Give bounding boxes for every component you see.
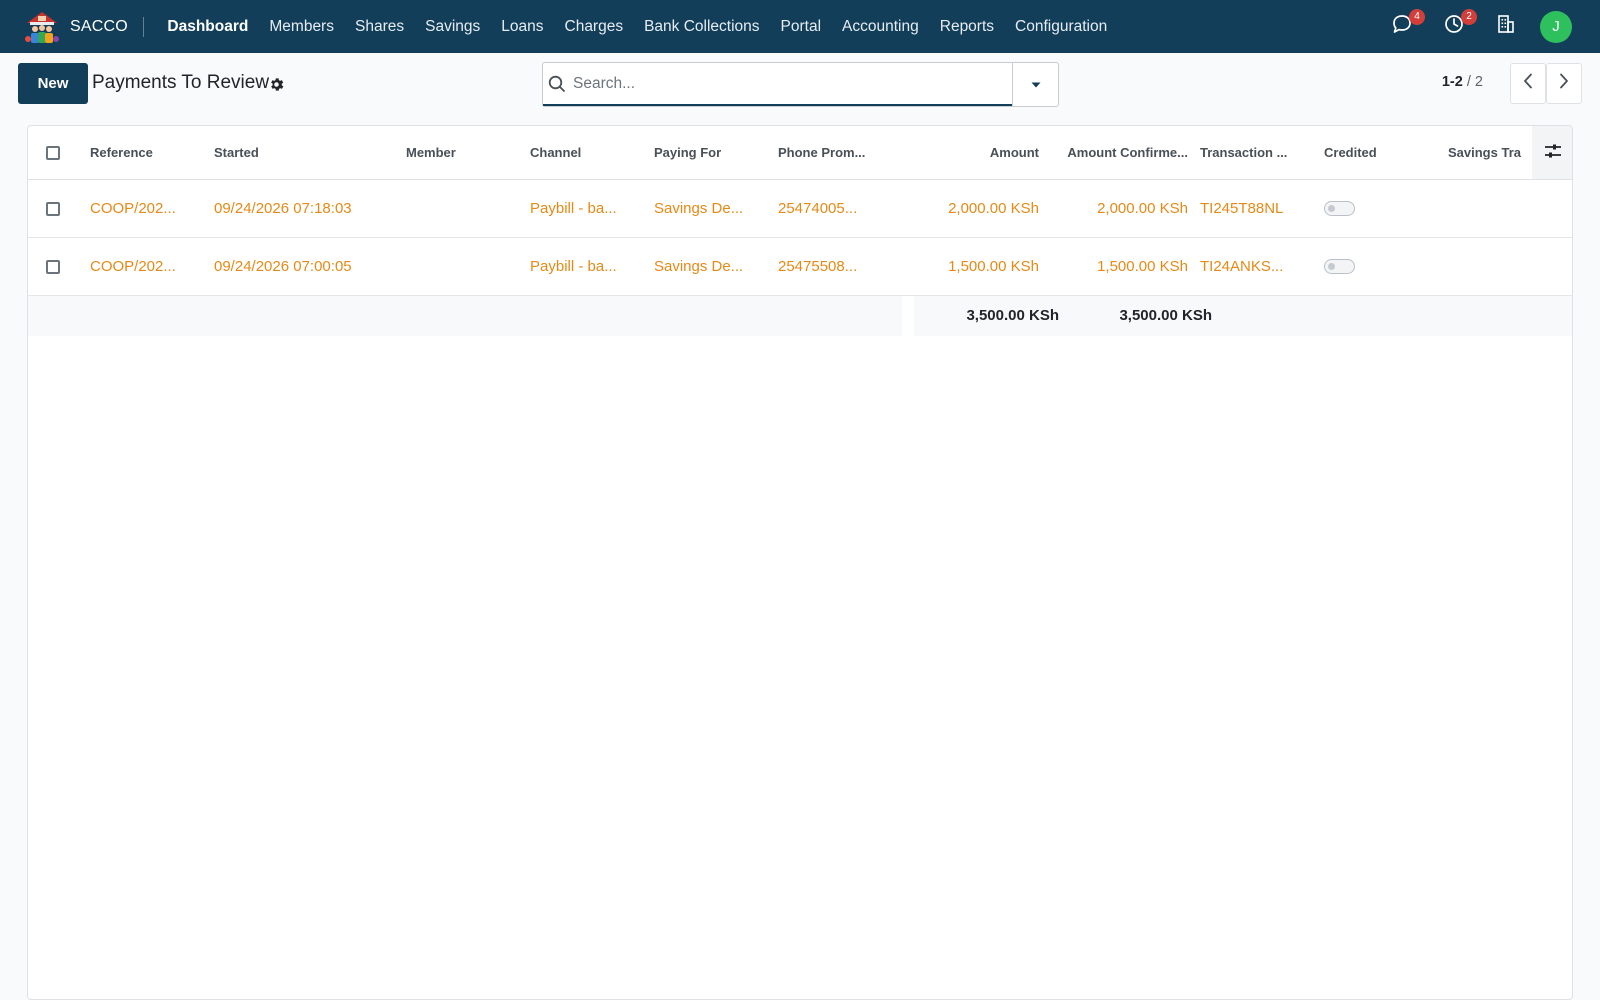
- list-view: Reference Started Member Channel Paying …: [27, 125, 1573, 1000]
- menu-bank-collections[interactable]: Bank Collections: [634, 18, 770, 36]
- pager-range: 1-2: [1441, 74, 1463, 90]
- optional-columns-toggle[interactable]: [1532, 126, 1572, 180]
- cell-amount-confirmed[interactable]: 1,500.00 KSh: [1047, 237, 1200, 296]
- cell-started[interactable]: 09/24/2026 07:00:05: [214, 237, 406, 296]
- table-row[interactable]: COOP/202... 09/24/2026 07:00:05 Paybill …: [28, 237, 1572, 296]
- cell-credited: [1324, 179, 1448, 238]
- total-amount-confirmed: 3,500.00 KSh: [1059, 295, 1212, 336]
- col-credited[interactable]: Credited: [1324, 126, 1448, 180]
- totals-row: 3,500.00 KSh 3,500.00 KSh: [28, 295, 1572, 336]
- menu-portal[interactable]: Portal: [770, 18, 832, 36]
- row-checkbox[interactable]: [46, 201, 60, 216]
- select-all-cell: [28, 126, 90, 180]
- cell-transaction[interactable]: TI24ANKS...: [1200, 237, 1324, 296]
- main-menu: Dashboard Members Shares Savings Loans C…: [157, 0, 1118, 53]
- cell-channel[interactable]: Paybill - ba...: [530, 237, 654, 296]
- col-member[interactable]: Member: [406, 126, 530, 180]
- app-logo-icon: [24, 9, 60, 45]
- cell-savings[interactable]: [1448, 237, 1532, 296]
- brand-name: SACCO: [70, 17, 128, 35]
- top-navbar: SACCO Dashboard Members Shares Savings L…: [0, 0, 1600, 53]
- menu-reports[interactable]: Reports: [929, 18, 1004, 36]
- credited-toggle[interactable]: [1324, 259, 1355, 275]
- menu-accounting[interactable]: Accounting: [832, 18, 930, 36]
- cell-phone[interactable]: 25475508...: [778, 237, 902, 296]
- cell-paying-for[interactable]: Savings De...: [654, 179, 778, 238]
- menu-members[interactable]: Members: [259, 18, 345, 36]
- cell-amount[interactable]: 2,000.00 KSh: [902, 179, 1047, 238]
- select-all-checkbox[interactable]: [46, 146, 60, 161]
- table-header-row: Reference Started Member Channel Paying …: [28, 126, 1572, 180]
- cell-phone[interactable]: 25474005...: [778, 179, 902, 238]
- row-select-cell: [28, 179, 90, 238]
- payments-table: Reference Started Member Channel Paying …: [28, 126, 1572, 336]
- cell-savings[interactable]: [1448, 179, 1532, 238]
- messages-badge: 4: [1409, 8, 1425, 25]
- totals-spacer-end: [1200, 295, 1572, 336]
- brand-divider: [142, 16, 144, 37]
- pager-value[interactable]: 1-2 / 2: [1442, 74, 1483, 90]
- menu-configuration[interactable]: Configuration: [1005, 18, 1118, 36]
- menu-dashboard[interactable]: Dashboard: [157, 18, 259, 36]
- pager-separator: /: [1462, 74, 1475, 90]
- chevron-left-icon: [1523, 73, 1533, 94]
- pager-next-button[interactable]: [1546, 63, 1582, 104]
- col-savings[interactable]: Savings Tra: [1448, 126, 1532, 180]
- pager-total: 2: [1474, 74, 1483, 90]
- cell-reference[interactable]: COOP/202...: [90, 179, 214, 238]
- menu-charges[interactable]: Charges: [554, 18, 634, 36]
- building-icon: [1495, 13, 1517, 40]
- activities-button[interactable]: 2: [1440, 8, 1477, 41]
- control-panel: New Payments To Review 1-2 / 2: [0, 53, 1600, 113]
- column-settings-icon: [1544, 144, 1562, 162]
- pager-previous-button[interactable]: [1510, 63, 1546, 104]
- cell-amount-confirmed[interactable]: 2,000.00 KSh: [1047, 179, 1200, 238]
- col-phone[interactable]: Phone Prom...: [778, 126, 902, 180]
- new-button[interactable]: New: [18, 63, 88, 104]
- cell-channel[interactable]: Paybill - ba...: [530, 179, 654, 238]
- search-icon: [547, 74, 567, 94]
- col-channel[interactable]: Channel: [530, 126, 654, 180]
- gear-icon[interactable]: [268, 76, 285, 93]
- cell-transaction[interactable]: TI245T88NL: [1200, 179, 1324, 238]
- search-options-toggle[interactable]: [1012, 63, 1058, 106]
- col-transaction[interactable]: Transaction ...: [1200, 126, 1324, 180]
- cell-reference[interactable]: COOP/202...: [90, 237, 214, 296]
- cell-spacer: [1532, 179, 1572, 238]
- cell-credited: [1324, 237, 1448, 296]
- credited-toggle[interactable]: [1324, 201, 1355, 217]
- search-input[interactable]: [573, 74, 1012, 93]
- cell-spacer: [1532, 237, 1572, 296]
- totals-spacer: [28, 295, 902, 336]
- cell-paying-for[interactable]: Savings De...: [654, 237, 778, 296]
- total-amount: 3,500.00 KSh: [914, 295, 1059, 336]
- company-switcher-button[interactable]: [1492, 13, 1520, 41]
- row-select-cell: [28, 237, 90, 296]
- menu-loans[interactable]: Loans: [491, 18, 554, 36]
- brand[interactable]: SACCO: [24, 0, 128, 53]
- col-paying-for[interactable]: Paying For: [654, 126, 778, 180]
- menu-savings[interactable]: Savings: [415, 18, 491, 36]
- col-amount[interactable]: Amount: [902, 126, 1047, 180]
- page-title: Payments To Review: [92, 72, 270, 93]
- table-row[interactable]: COOP/202... 09/24/2026 07:18:03 Paybill …: [28, 179, 1572, 238]
- row-checkbox[interactable]: [46, 259, 60, 274]
- cell-member[interactable]: [406, 237, 530, 296]
- systray: 4 2 J: [1364, 0, 1572, 53]
- activities-badge: 2: [1461, 8, 1477, 25]
- cell-member[interactable]: [406, 179, 530, 238]
- user-avatar[interactable]: J: [1540, 10, 1572, 43]
- cell-amount[interactable]: 1,500.00 KSh: [902, 237, 1047, 296]
- col-reference[interactable]: Reference: [90, 126, 214, 180]
- menu-shares[interactable]: Shares: [344, 18, 414, 36]
- cell-started[interactable]: 09/24/2026 07:18:03: [214, 179, 406, 238]
- caret-down-icon: [1030, 76, 1042, 94]
- search-field: [543, 63, 1012, 106]
- search-bar: [542, 62, 1059, 107]
- col-started[interactable]: Started: [214, 126, 406, 180]
- col-amount-confirmed[interactable]: Amount Confirme...: [1047, 126, 1200, 180]
- messages-button[interactable]: 4: [1388, 8, 1425, 41]
- chevron-right-icon: [1559, 73, 1569, 94]
